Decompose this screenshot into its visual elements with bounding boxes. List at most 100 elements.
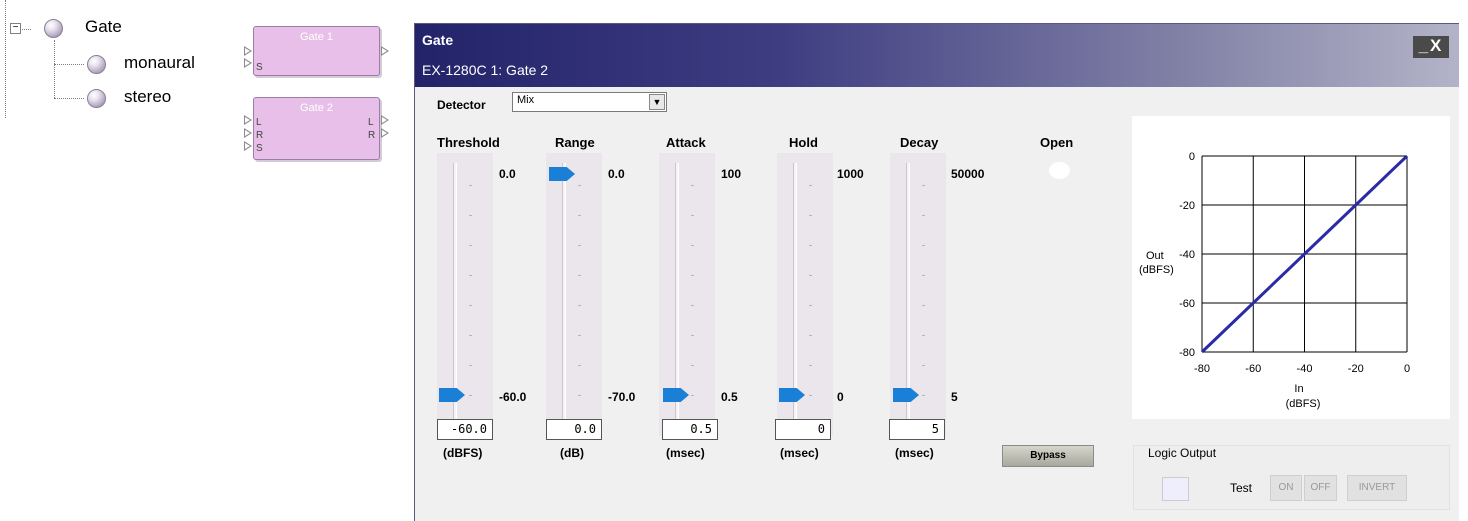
test-label: Test [1230, 481, 1253, 495]
slider-tick [578, 245, 581, 246]
decay-min-label: 5 [951, 390, 958, 404]
threshold-unit: (dBFS) [443, 446, 483, 460]
range-unit: (dB) [560, 446, 584, 460]
slider-tick [691, 335, 694, 336]
tree-item-stereo[interactable]: stereo [124, 87, 171, 107]
hold-value-field[interactable]: 0 [775, 419, 831, 440]
y-axis-label-line1: Out [1146, 250, 1164, 262]
output-pin-icon[interactable] [381, 46, 389, 56]
slider-tick [691, 215, 694, 216]
tree-connector [22, 29, 31, 30]
tree-item-monaural[interactable]: monaural [124, 53, 195, 73]
tree-connector [54, 40, 55, 98]
window-titlebar[interactable]: Gate EX-1280C 1: Gate 2 _X [415, 24, 1459, 87]
pin-label-r-out: R [368, 130, 376, 141]
logic-off-button[interactable]: OFF [1304, 475, 1337, 501]
attack-max-label: 100 [721, 167, 742, 181]
x-tick-label: -80 [1194, 363, 1210, 375]
slider-tick [809, 185, 812, 186]
pin-label-r: R [256, 130, 264, 141]
slider-tick [922, 275, 925, 276]
decay-label: Decay [900, 135, 939, 150]
slider-tick [809, 365, 812, 366]
slider-tick [809, 215, 812, 216]
attack-value-field[interactable]: 0.5 [662, 419, 718, 440]
minimize-close-button[interactable]: _X [1413, 36, 1449, 58]
slider-tick [469, 395, 472, 396]
output-pin-icon[interactable] [381, 115, 389, 125]
logic-invert-button[interactable]: INVERT [1347, 475, 1407, 501]
y-tick-label: -60 [1179, 298, 1195, 310]
logic-on-button[interactable]: ON [1270, 475, 1302, 501]
range-value-field[interactable]: 0.0 [546, 419, 602, 440]
window-title: Gate [422, 32, 454, 48]
bypass-button[interactable]: Bypass [1002, 445, 1094, 467]
slider-tick [922, 215, 925, 216]
y-tick-label: -40 [1179, 249, 1195, 261]
slider-tick [922, 305, 925, 306]
pin-label-s: S [256, 143, 263, 154]
output-pin-icon[interactable] [381, 128, 389, 138]
window-subtitle: EX-1280C 1: Gate 2 [422, 62, 549, 78]
slider-tick [578, 185, 581, 186]
slider-tick [809, 275, 812, 276]
slider-tick [691, 185, 694, 186]
input-pin-icon[interactable] [244, 128, 252, 138]
logic-output-panel: Logic Output Test ON OFF INVERT [1133, 445, 1450, 510]
range-label: Range [555, 135, 595, 150]
graph-y-ticks: 0 -20 -40 -60 -80 [1179, 151, 1195, 359]
slider-tick [578, 215, 581, 216]
slider-tick [578, 275, 581, 276]
slider-tick [922, 335, 925, 336]
input-pin-icon[interactable] [244, 115, 252, 125]
slider-tick [809, 305, 812, 306]
attack-unit: (msec) [666, 446, 705, 460]
transfer-curve-graph: 0 -20 -40 -60 -80 -80 -60 -40 -20 0 Out (dBFS) I… [1132, 116, 1450, 419]
detector-label: Detector [437, 98, 486, 112]
gate-1-block[interactable]: Gate 1 [253, 26, 380, 76]
x-tick-label: -20 [1348, 363, 1364, 375]
slider-tick [469, 215, 472, 216]
slider-tick [469, 245, 472, 246]
decay-value-field[interactable]: 5 [889, 419, 945, 440]
slider-tick [469, 365, 472, 366]
gate-window: Gate EX-1280C 1: Gate 2 _X Detector Mix … [414, 23, 1459, 521]
block-tree: − Gate monaural stereo [0, 0, 240, 130]
x-tick-label: 0 [1404, 363, 1410, 375]
input-pin-icon[interactable] [244, 141, 252, 151]
detector-select[interactable]: Mix ▼ [512, 92, 667, 112]
range-slider[interactable] [546, 153, 602, 436]
tree-root-label[interactable]: Gate [85, 17, 122, 37]
logic-output-title: Logic Output [1148, 446, 1217, 460]
slider-tick [691, 245, 694, 246]
decay-max-label: 50000 [951, 167, 985, 181]
pin-label-l: L [256, 117, 262, 128]
threshold-value-field[interactable]: -60.0 [437, 419, 493, 440]
slider-tick [578, 395, 581, 396]
pin-label-s: S [256, 62, 263, 73]
x-tick-label: -40 [1297, 363, 1313, 375]
slider-tick [691, 305, 694, 306]
slider-tick [578, 365, 581, 366]
hold-min-label: 0 [837, 390, 844, 404]
chevron-down-icon[interactable]: ▼ [649, 94, 665, 110]
y-tick-label: 0 [1189, 151, 1195, 163]
tree-expander-collapse-icon[interactable]: − [10, 23, 21, 34]
x-axis-label-line1: In [1294, 383, 1303, 395]
slider-tick [578, 335, 581, 336]
slider-tick [578, 305, 581, 306]
slider-tick [691, 365, 694, 366]
input-pin-icon[interactable] [244, 58, 252, 68]
x-tick-label: -60 [1245, 363, 1261, 375]
slider-tick [469, 305, 472, 306]
slider-tick [469, 335, 472, 336]
slider-tick [809, 245, 812, 246]
slider-tick [469, 185, 472, 186]
y-tick-label: -20 [1179, 200, 1195, 212]
slider-tick [809, 335, 812, 336]
slider-tick [922, 365, 925, 366]
input-pin-icon[interactable] [244, 46, 252, 56]
x-axis-label-line2: (dBFS) [1286, 398, 1321, 410]
gate-2-block[interactable]: Gate 2 [253, 97, 380, 160]
graph-x-ticks: -80 -60 -40 -20 0 [1194, 363, 1410, 375]
